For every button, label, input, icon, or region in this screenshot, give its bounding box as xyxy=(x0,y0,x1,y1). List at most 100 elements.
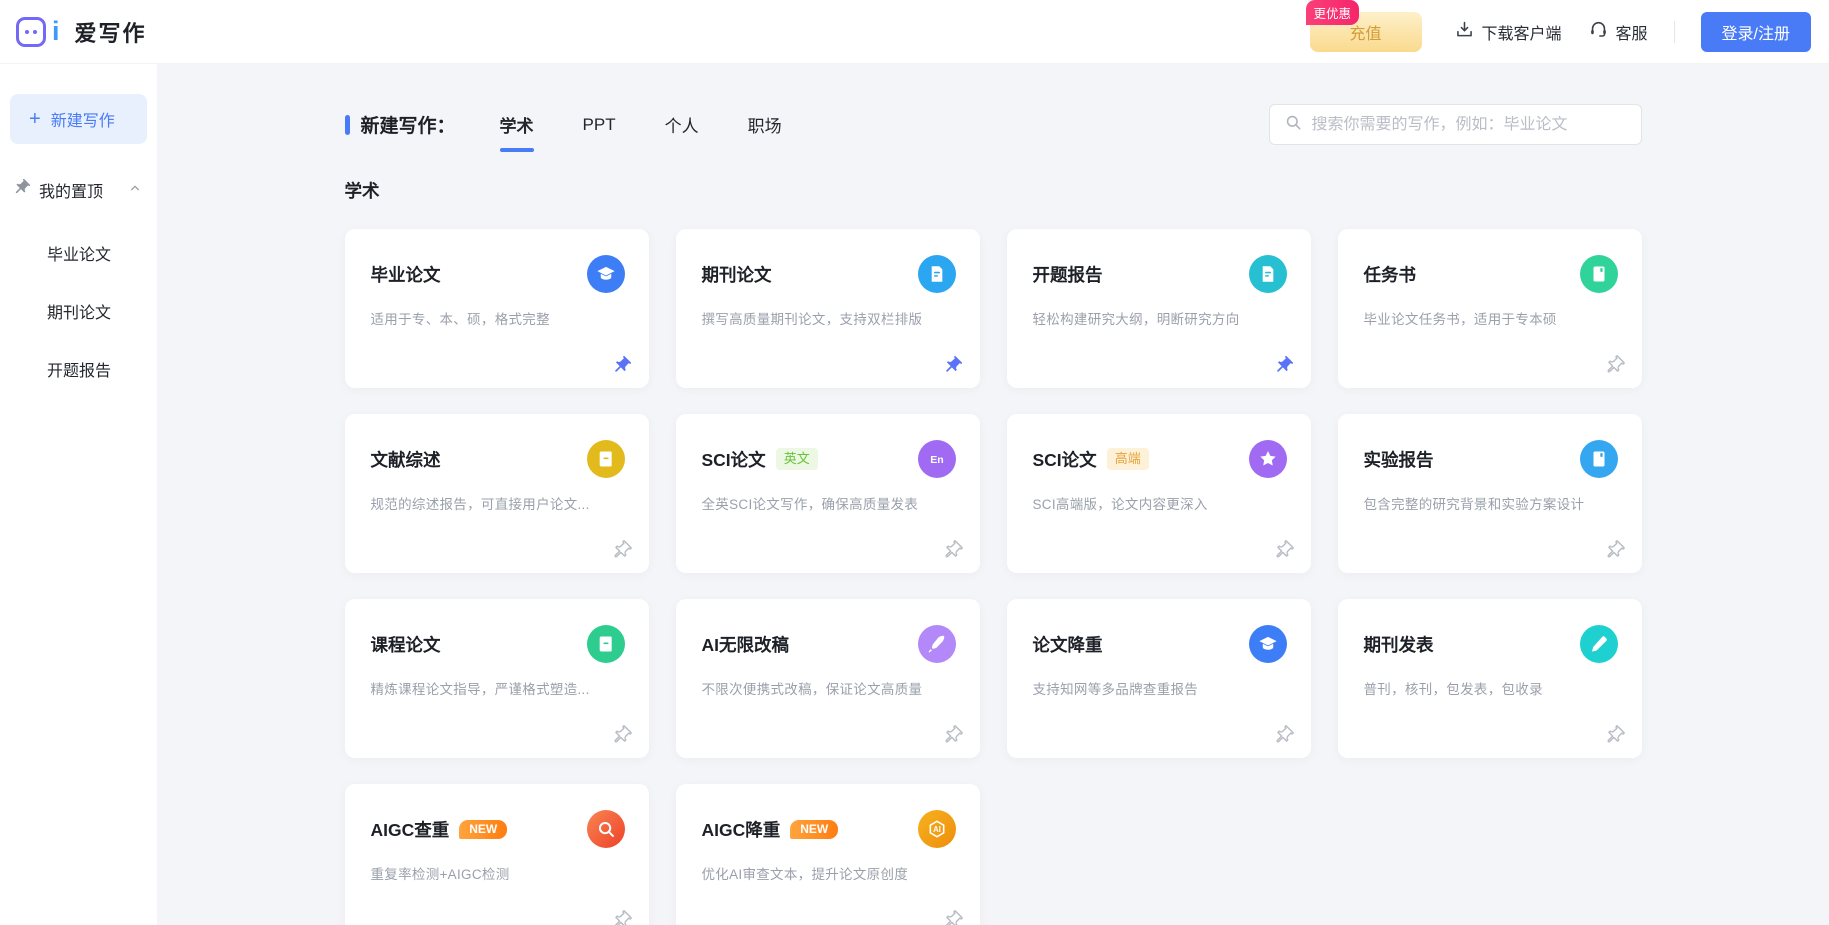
grad-cap-icon xyxy=(587,255,625,293)
pin-outline-icon[interactable] xyxy=(611,725,632,746)
card-title: SCI论文 xyxy=(702,447,766,472)
svg-text:En: En xyxy=(930,454,943,466)
pin-filled-icon[interactable] xyxy=(1273,355,1294,376)
group-title: 学术 xyxy=(345,178,1642,203)
pin-icon xyxy=(12,178,31,202)
sidebar-new-writing-button[interactable]: + 新建写作 xyxy=(10,94,147,144)
header-divider xyxy=(1674,21,1675,43)
book-icon xyxy=(587,440,625,478)
pin-outline-icon[interactable] xyxy=(942,910,963,925)
download-client-button[interactable]: 下载客户端 xyxy=(1454,19,1562,45)
new-badge: NEW xyxy=(790,820,838,839)
pinned-label: 我的置顶 xyxy=(39,178,103,202)
card-description: 不限次便携式改稿，保证论文高质量 xyxy=(702,678,956,698)
customer-service-button[interactable]: 客服 xyxy=(1588,19,1648,45)
download-icon xyxy=(1454,19,1475,45)
notebook-icon xyxy=(1580,255,1618,293)
pin-outline-icon[interactable] xyxy=(942,540,963,561)
recharge-wrap: 更优惠 充值 xyxy=(1310,12,1422,52)
headset-icon xyxy=(1588,19,1609,45)
tab-学术[interactable]: 学术 xyxy=(500,110,534,139)
writing-card[interactable]: SCI论文英文 En 全英SCI论文写作，确保高质量发表 xyxy=(676,414,980,573)
search-box xyxy=(1269,104,1642,145)
writing-card[interactable]: 毕业论文适用于专、本、硕，格式完整 xyxy=(345,229,649,388)
tab-个人[interactable]: 个人 xyxy=(665,110,699,139)
writing-card[interactable]: 开题报告轻松构建研究大纲，明断研究方向 xyxy=(1007,229,1311,388)
writing-card[interactable]: 论文降重支持知网等多品牌查重报告 xyxy=(1007,599,1311,758)
login-register-button[interactable]: 登录/注册 xyxy=(1701,12,1811,52)
sidebar: + 新建写作 我的置顶 毕业论文期刊论文开题报告 xyxy=(0,64,157,925)
pin-outline-icon[interactable] xyxy=(1273,725,1294,746)
grad-cap-icon xyxy=(1249,625,1287,663)
writing-card[interactable]: 课程论文精炼课程论文指导，严谨格式塑造... xyxy=(345,599,649,758)
svg-text:AI: AI xyxy=(933,825,941,834)
writing-card[interactable]: AIGC查重NEW重复率检测+AIGC检测 xyxy=(345,784,649,925)
card-title: 实验报告 xyxy=(1364,447,1434,472)
brand-logo[interactable]: i 爱写作 xyxy=(16,16,147,48)
card-description: SCI高端版，论文内容更深入 xyxy=(1033,493,1287,513)
sidebar-item[interactable]: 开题报告 xyxy=(0,340,157,398)
card-description: 全英SCI论文写作，确保高质量发表 xyxy=(702,493,956,513)
top-header: i 爱写作 更优惠 充值 下载客户端 客服 登录/注册 xyxy=(0,0,1829,64)
pin-outline-icon[interactable] xyxy=(1604,540,1625,561)
pin-outline-icon[interactable] xyxy=(611,910,632,925)
writing-card[interactable]: SCI论文高端 SCI高端版，论文内容更深入 xyxy=(1007,414,1311,573)
chevron-up-icon[interactable] xyxy=(127,180,143,201)
star-icon xyxy=(1249,440,1287,478)
card-title: AI无限改稿 xyxy=(702,632,790,657)
card-title: AIGC查重 xyxy=(371,817,450,842)
card-description: 重复率检测+AIGC检测 xyxy=(371,863,625,883)
card-tag: 英文 xyxy=(776,448,818,470)
card-title: 期刊发表 xyxy=(1364,632,1434,657)
page-title: 新建写作： xyxy=(345,111,456,138)
card-title: 论文降重 xyxy=(1033,632,1103,657)
card-description: 适用于专、本、硕，格式完整 xyxy=(371,308,625,328)
card-description: 规范的综述报告，可直接用户论文... xyxy=(371,493,625,513)
pin-filled-icon[interactable] xyxy=(942,355,963,376)
search-icon xyxy=(1284,113,1303,137)
search-input[interactable] xyxy=(1312,116,1627,134)
writing-card[interactable]: 实验报告包含完整的研究背景和实验方案设计 xyxy=(1338,414,1642,573)
card-tag: 高端 xyxy=(1107,448,1149,470)
download-label: 下载客户端 xyxy=(1482,20,1562,44)
card-title: 任务书 xyxy=(1364,262,1417,287)
plus-icon: + xyxy=(29,109,41,129)
tab-PPT[interactable]: PPT xyxy=(583,113,616,137)
card-title: 课程论文 xyxy=(371,632,441,657)
writing-card[interactable]: AIGC降重 NEW AI 优化AI审查文本，提升论文原创度 xyxy=(676,784,980,925)
pin-filled-icon[interactable] xyxy=(611,355,632,376)
book-icon xyxy=(587,625,625,663)
sidebar-pinned-list: 毕业论文期刊论文开题报告 xyxy=(0,224,157,398)
writing-card[interactable]: 文献综述规范的综述报告，可直接用户论文... xyxy=(345,414,649,573)
sidebar-item[interactable]: 期刊论文 xyxy=(0,282,157,340)
writing-card[interactable]: 期刊发表普刊，核刊，包发表，包收录 xyxy=(1338,599,1642,758)
writing-card[interactable]: 任务书毕业论文任务书，适用于专本硕 xyxy=(1338,229,1642,388)
magnifier-icon xyxy=(587,810,625,848)
card-title: 文献综述 xyxy=(371,447,441,472)
doc-icon xyxy=(918,255,956,293)
cards-grid: 毕业论文适用于专、本、硕，格式完整期刊论文撰写高质量期刊论文，支持双栏排版开题报… xyxy=(345,229,1642,925)
tab-职场[interactable]: 职场 xyxy=(748,110,782,139)
doc-icon xyxy=(1249,255,1287,293)
pen-icon xyxy=(918,625,956,663)
sidebar-item[interactable]: 毕业论文 xyxy=(0,224,157,282)
card-description: 普刊，核刊，包发表，包收录 xyxy=(1364,678,1618,698)
pencil-icon xyxy=(1580,625,1618,663)
main-area: 新建写作： 学术 PPT 个人 职场 学术 毕业论文适用于专、本、硕，格式完整期刊论文… xyxy=(157,64,1829,925)
pin-outline-icon[interactable] xyxy=(611,540,632,561)
writing-card[interactable]: 期刊论文撰写高质量期刊论文，支持双栏排版 xyxy=(676,229,980,388)
writing-card[interactable]: AI无限改稿不限次便携式改稿，保证论文高质量 xyxy=(676,599,980,758)
pin-outline-icon[interactable] xyxy=(1273,540,1294,561)
logo-letter-i: i xyxy=(52,18,60,45)
sidebar-pinned-header[interactable]: 我的置顶 xyxy=(0,178,157,202)
pin-outline-icon[interactable] xyxy=(1604,725,1625,746)
card-title: AIGC降重 xyxy=(702,817,781,842)
card-description: 精炼课程论文指导，严谨格式塑造... xyxy=(371,678,625,698)
support-label: 客服 xyxy=(1616,20,1648,44)
card-description: 轻松构建研究大纲，明断研究方向 xyxy=(1033,308,1287,328)
pin-outline-icon[interactable] xyxy=(1604,355,1625,376)
card-description: 优化AI审查文本，提升论文原创度 xyxy=(702,863,956,883)
discount-badge: 更优惠 xyxy=(1306,0,1360,25)
card-title: SCI论文 xyxy=(1033,447,1097,472)
pin-outline-icon[interactable] xyxy=(942,725,963,746)
